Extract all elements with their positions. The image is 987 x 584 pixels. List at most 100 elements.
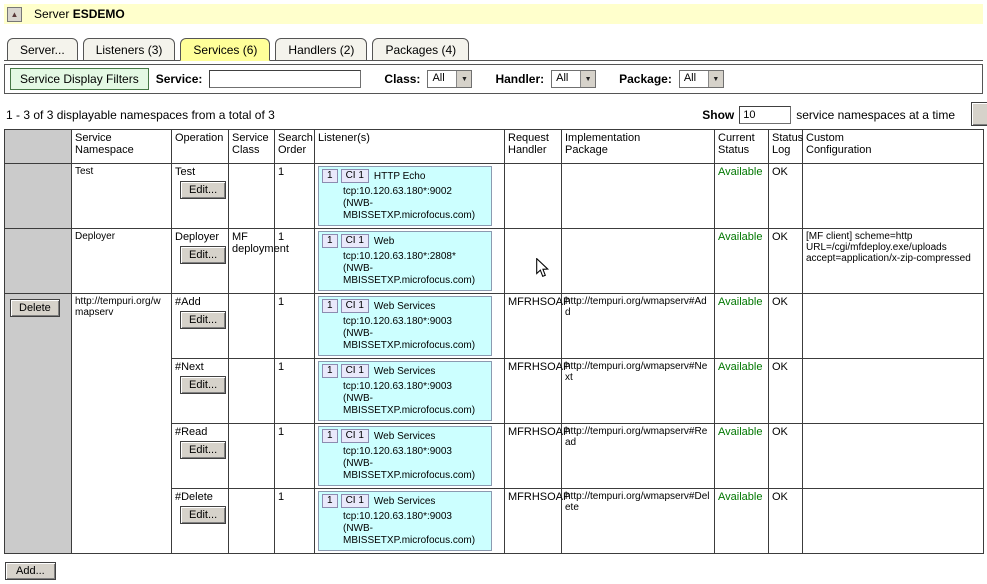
- edit-button[interactable]: Edit...: [180, 246, 226, 264]
- listener-ci: CI 1: [341, 299, 369, 313]
- edit-button[interactable]: Edit...: [180, 506, 226, 524]
- listener-box: 1CI 1Web Servicestcp:10.120.63.180*:9003…: [318, 296, 492, 356]
- service-namespace-cell: Deployer: [72, 229, 172, 294]
- listener-name: Web Services: [372, 366, 436, 377]
- status-log-cell: OK: [769, 294, 803, 359]
- service-row: TestTestEdit...11CI 1HTTP Echotcp:10.120…: [5, 164, 984, 229]
- edit-button[interactable]: Edit...: [180, 441, 226, 459]
- status-log-cell: OK: [769, 229, 803, 294]
- class-filter-select[interactable]: All▼: [427, 70, 472, 88]
- show-count-input[interactable]: [739, 106, 791, 124]
- listener-box: 1CI 1HTTP Echotcp:10.120.63.180*:9002(NW…: [318, 166, 492, 226]
- tab-handlers-2[interactable]: Handlers (2): [275, 38, 367, 61]
- tab-services-6[interactable]: Services (6): [180, 38, 270, 61]
- listener-number: 1: [322, 299, 338, 313]
- delete-cell: [5, 164, 72, 229]
- page: ▲ Server ESDEMO Server...Listeners (3)Se…: [0, 0, 987, 584]
- summary-row: 1 - 3 of 3 displayable namespaces from a…: [4, 103, 983, 127]
- services-table: Service NamespaceOperationService ClassS…: [4, 129, 984, 554]
- listener-host: (NWB-MBISSETXP.microfocus.com): [343, 458, 488, 482]
- search-order-cell: 1: [275, 164, 315, 229]
- operation-name: Deployer: [175, 231, 225, 243]
- add-button[interactable]: Add...: [5, 562, 56, 580]
- implementation-package-cell: http://tempuri.org/wmapserv#Read: [562, 424, 715, 489]
- implementation-package-cell: http://tempuri.org/wmapserv#Add: [562, 294, 715, 359]
- tab-listeners-3[interactable]: Listeners (3): [83, 38, 176, 61]
- listener-cell: 1CI 1Web Servicestcp:10.120.63.180*:9003…: [315, 489, 505, 554]
- partial-button[interactable]: [971, 102, 987, 126]
- handler-filter-select[interactable]: All▼: [551, 70, 596, 88]
- chevron-down-icon: ▼: [456, 71, 471, 87]
- listener-ci: CI 1: [341, 429, 369, 443]
- edit-button[interactable]: Edit...: [180, 376, 226, 394]
- custom-configuration-cell: [803, 294, 984, 359]
- handler-filter-value: All: [552, 71, 580, 87]
- collapse-triangle-icon[interactable]: ▲: [7, 7, 22, 22]
- current-status-cell: Available: [715, 359, 769, 424]
- listener-ci: CI 1: [341, 364, 369, 378]
- implementation-package-cell: [562, 164, 715, 229]
- listener-box: 1CI 1Web Servicestcp:10.120.63.180*:9003…: [318, 491, 492, 551]
- filter-bar: Service Display Filters Service: Class: …: [4, 64, 983, 94]
- listener-cell: 1CI 1Web Servicestcp:10.120.63.180*:9003…: [315, 424, 505, 489]
- tab-packages-4[interactable]: Packages (4): [372, 38, 469, 61]
- listener-name: Web Services: [372, 496, 436, 507]
- package-filter-label: Package:: [619, 72, 672, 86]
- tab-server[interactable]: Server...: [7, 38, 78, 61]
- listener-cell: 1CI 1HTTP Echotcp:10.120.63.180*:9002(NW…: [315, 164, 505, 229]
- delete-cell: Delete: [5, 294, 72, 554]
- operation-cell: #NextEdit...: [172, 359, 229, 424]
- column-header: [5, 130, 72, 164]
- listener-cell: 1CI 1Web Servicestcp:10.120.63.180*:9003…: [315, 294, 505, 359]
- listener-ci: CI 1: [341, 494, 369, 508]
- delete-button[interactable]: Delete: [10, 299, 60, 317]
- listener-address: tcp:10.120.63.180*:9002: [343, 186, 488, 198]
- service-namespace-cell: Test: [72, 164, 172, 229]
- listener-box: 1CI 1Web Servicestcp:10.120.63.180*:9003…: [318, 426, 492, 486]
- custom-configuration-cell: [803, 489, 984, 554]
- edit-button[interactable]: Edit...: [180, 311, 226, 329]
- listener-name: Web: [372, 236, 394, 247]
- current-status-cell: Available: [715, 164, 769, 229]
- service-namespace-cell: http://tempuri.org/wmapserv: [72, 294, 172, 554]
- service-class-cell: [229, 489, 275, 554]
- service-class-cell: [229, 359, 275, 424]
- search-order-cell: 1: [275, 359, 315, 424]
- edit-button[interactable]: Edit...: [180, 181, 226, 199]
- column-header: Current Status: [715, 130, 769, 164]
- filter-title: Service Display Filters: [10, 68, 149, 90]
- service-class-cell: [229, 294, 275, 359]
- listener-host: (NWB-MBISSETXP.microfocus.com): [343, 198, 488, 222]
- operation-name: #Delete: [175, 491, 225, 503]
- request-handler-cell: MFRHSOAP: [505, 294, 562, 359]
- column-header: Request Handler: [505, 130, 562, 164]
- listener-ci: CI 1: [341, 234, 369, 248]
- current-status-cell: Available: [715, 229, 769, 294]
- package-filter-value: All: [680, 71, 708, 87]
- status-log-cell: OK: [769, 359, 803, 424]
- listener-number: 1: [322, 169, 338, 183]
- operation-cell: #Delete Edit...: [172, 489, 229, 554]
- service-class-cell: [229, 164, 275, 229]
- custom-configuration-cell: [MF client] scheme=http URL=/cgi/mfdeplo…: [803, 229, 984, 294]
- chevron-down-icon: ▼: [580, 71, 595, 87]
- implementation-package-cell: [562, 229, 715, 294]
- search-order-cell: 1: [275, 229, 315, 294]
- custom-configuration-cell: [803, 164, 984, 229]
- status-log-cell: OK: [769, 164, 803, 229]
- listener-number: 1: [322, 364, 338, 378]
- listener-address: tcp:10.120.63.180*:9003: [343, 446, 488, 458]
- search-order-cell: 1: [275, 489, 315, 554]
- service-row: DeployerDeployerEdit...MF deployment11CI…: [5, 229, 984, 294]
- request-handler-cell: [505, 229, 562, 294]
- column-header: Listener(s): [315, 130, 505, 164]
- listener-number: 1: [322, 429, 338, 443]
- status-log-cell: OK: [769, 424, 803, 489]
- listener-top-row: 1CI 1Web Services: [322, 494, 488, 508]
- package-filter-select[interactable]: All▼: [679, 70, 724, 88]
- listener-box: 1CI 1Webtcp:10.120.63.180*:2808*(NWB-MBI…: [318, 231, 492, 291]
- operation-name: #Read: [175, 426, 225, 438]
- service-filter-label: Service:: [156, 72, 203, 86]
- service-filter-input[interactable]: [209, 70, 361, 88]
- delete-cell: [5, 229, 72, 294]
